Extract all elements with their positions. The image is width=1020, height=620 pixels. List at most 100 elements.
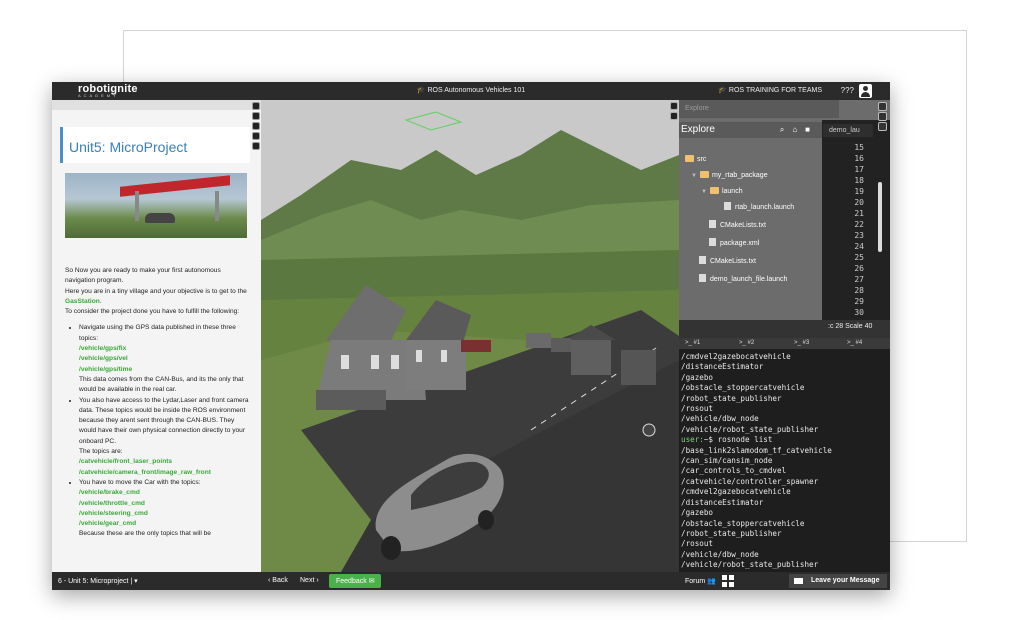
tree-item-cmakelists[interactable]: CMakeLists.txt bbox=[699, 256, 756, 268]
terminal-tabs: >_ #1 >_ #2 >_ #3 >_ #4 bbox=[679, 338, 890, 349]
tree-item-demo-launch[interactable]: demo_launch_file.launch bbox=[699, 274, 787, 286]
tree-item-my-rtab-package[interactable]: ▼ my_rtab_package bbox=[691, 170, 768, 182]
terminal-line: /vehicle/dbw_node bbox=[681, 549, 759, 559]
topic-name: /vehicle/gps/vel bbox=[79, 355, 128, 363]
terminal-prompt-line: user:~$ rosnode list bbox=[681, 435, 890, 445]
line-number: 24 bbox=[854, 242, 864, 251]
topic-name: /vehicle/gps/fix bbox=[79, 345, 127, 353]
intro-text: To consider the project done you have to… bbox=[65, 308, 240, 316]
terminal-line: /rosout bbox=[681, 539, 714, 549]
tree-item-launch[interactable]: ▼ launch bbox=[701, 186, 743, 198]
terminal[interactable]: /cmdvel2gazebocatvehicle/distanceEstimat… bbox=[679, 349, 890, 572]
explore-search-input[interactable]: Explore bbox=[679, 100, 839, 118]
terminal-line: /obstacle_stoppercatvehicle bbox=[681, 383, 805, 393]
line-number: 29 bbox=[854, 297, 864, 306]
simulation-tools bbox=[670, 102, 678, 122]
training-for-teams-text: ROS TRAINING FOR TEAMS bbox=[728, 87, 822, 94]
terminal-line: /vehicle/robot_state_publisher bbox=[681, 424, 819, 434]
lesson-panel: Unit5: MicroProject So Now you are ready… bbox=[52, 100, 261, 572]
lock-icon[interactable]: ■ bbox=[805, 125, 818, 134]
simulation-view[interactable] bbox=[261, 100, 679, 572]
topic-name: /catvehicle/camera_front/image_raw_front bbox=[79, 468, 211, 476]
list-item: Navigate using the GPS data published in… bbox=[79, 323, 251, 395]
home-icon[interactable]: ⌂ bbox=[792, 125, 805, 134]
line-number: 21 bbox=[854, 209, 864, 218]
expand-icon[interactable] bbox=[670, 102, 678, 110]
topic-name: /vehicle/gps/time bbox=[79, 365, 133, 373]
editor-tools bbox=[878, 102, 888, 132]
notebook-icon[interactable] bbox=[252, 122, 260, 130]
forum-label: Forum bbox=[685, 578, 706, 585]
editor-status: :c 28 Scale 40 bbox=[828, 323, 873, 330]
folder-icon bbox=[709, 187, 719, 194]
refresh-icon[interactable] bbox=[670, 112, 678, 120]
leave-message-label: Leave your Message bbox=[811, 577, 880, 584]
graduation-cap-icon: 🎓 bbox=[718, 87, 727, 94]
file-icon bbox=[724, 202, 731, 210]
tree-item-label: demo_launch_file.launch bbox=[710, 276, 788, 283]
unit-title: Unit5: MicroProject bbox=[60, 127, 250, 163]
topic-name: /vehicle/throttle_cmd bbox=[79, 499, 145, 507]
eye-icon[interactable] bbox=[252, 112, 260, 120]
expand-icon[interactable] bbox=[878, 112, 887, 121]
training-for-teams-link[interactable]: 🎓 ROS TRAINING FOR TEAMS bbox=[718, 86, 822, 94]
tree-item-label: package.xml bbox=[720, 240, 760, 247]
envelope-icon bbox=[794, 578, 803, 584]
bullet-text: You have to move the Car with the topics… bbox=[79, 478, 201, 486]
user-name[interactable]: ??? bbox=[841, 86, 854, 95]
monitor-icon[interactable] bbox=[878, 122, 887, 131]
terminal-line: /obstacle_stoppercatvehicle bbox=[681, 518, 805, 528]
line-number: 19 bbox=[854, 187, 864, 196]
list-item: You have to move the Car with the topics… bbox=[79, 478, 251, 540]
graduation-cap-icon: 🎓 bbox=[416, 87, 426, 94]
tree-item-cmakelists[interactable]: CMakeLists.txt bbox=[709, 220, 766, 232]
line-number: 17 bbox=[854, 165, 864, 174]
tree-item-label: CMakeLists.txt bbox=[720, 222, 766, 229]
back-button[interactable]: ‹ Back bbox=[268, 577, 288, 584]
terminal-tab-1[interactable]: >_ #1 bbox=[685, 340, 700, 346]
app-window: robotignite ACADEMY 🎓 ROS Autonomous Veh… bbox=[52, 82, 890, 590]
bottom-bar: 6 - Unit 5: Microproject | ▾ ‹ Back Next… bbox=[52, 572, 890, 590]
line-number: 26 bbox=[854, 264, 864, 273]
grid-icon[interactable] bbox=[722, 575, 734, 587]
terminal-tab-3[interactable]: >_ #3 bbox=[794, 340, 809, 346]
leave-message-button[interactable]: Leave your Message bbox=[789, 574, 887, 588]
gas-station-link[interactable]: GasStation bbox=[65, 298, 100, 305]
expand-icon[interactable] bbox=[252, 102, 260, 110]
avatar[interactable] bbox=[859, 84, 872, 98]
editor-scrollbar[interactable] bbox=[878, 182, 882, 252]
line-number: 18 bbox=[854, 176, 864, 185]
tree-item-package-xml[interactable]: package.xml bbox=[709, 238, 759, 250]
tree-item-label: src bbox=[697, 156, 707, 163]
intro-line: To consider the project done you have to… bbox=[65, 307, 251, 317]
terminal-tab-4[interactable]: >_ #4 bbox=[847, 340, 862, 346]
expand-icon[interactable] bbox=[878, 102, 887, 111]
feedback-button[interactable]: Feedback ✉ bbox=[329, 574, 381, 588]
chevron-down-icon: ▾ bbox=[134, 578, 138, 585]
next-button[interactable]: Next › bbox=[300, 577, 319, 584]
house-distant bbox=[551, 338, 571, 352]
refresh-icon[interactable] bbox=[252, 142, 260, 150]
intro-line: Here you are in a tiny village and your … bbox=[65, 287, 251, 308]
gas-station-distant bbox=[461, 340, 491, 352]
unit-select[interactable]: 6 - Unit 5: Microproject | ▾ bbox=[58, 577, 138, 585]
line-number: 20 bbox=[854, 198, 864, 207]
intro-text: Here you are in a tiny village and your … bbox=[65, 287, 247, 295]
terminal-tab-2[interactable]: >_ #2 bbox=[739, 340, 754, 346]
explorer-title: Explore bbox=[681, 124, 715, 135]
terminal-line: /base_link2slamodom_tf_catvehicle bbox=[681, 445, 832, 455]
forum-link[interactable]: Forum 👥 bbox=[685, 577, 716, 585]
folder-icon bbox=[685, 155, 694, 162]
bullet-note: Because these are the only topics that w… bbox=[79, 530, 211, 538]
gas-station-pillar bbox=[135, 191, 139, 221]
window-icon[interactable] bbox=[252, 132, 260, 140]
search-icon[interactable]: ⌕ bbox=[780, 125, 792, 134]
editor-tab[interactable]: demo_lau bbox=[823, 124, 873, 137]
file-icon bbox=[699, 274, 706, 282]
tree-item-rtab-launch[interactable]: rtab_launch.launch bbox=[724, 202, 794, 214]
tree-item-src[interactable]: src bbox=[685, 154, 706, 166]
explorer-header: Explore ⌕⌂■ bbox=[679, 122, 824, 138]
house-distant bbox=[526, 333, 551, 348]
list-item: You also have access to the Lydar,Laser … bbox=[79, 396, 251, 478]
gas-station-pillar bbox=[215, 191, 219, 221]
